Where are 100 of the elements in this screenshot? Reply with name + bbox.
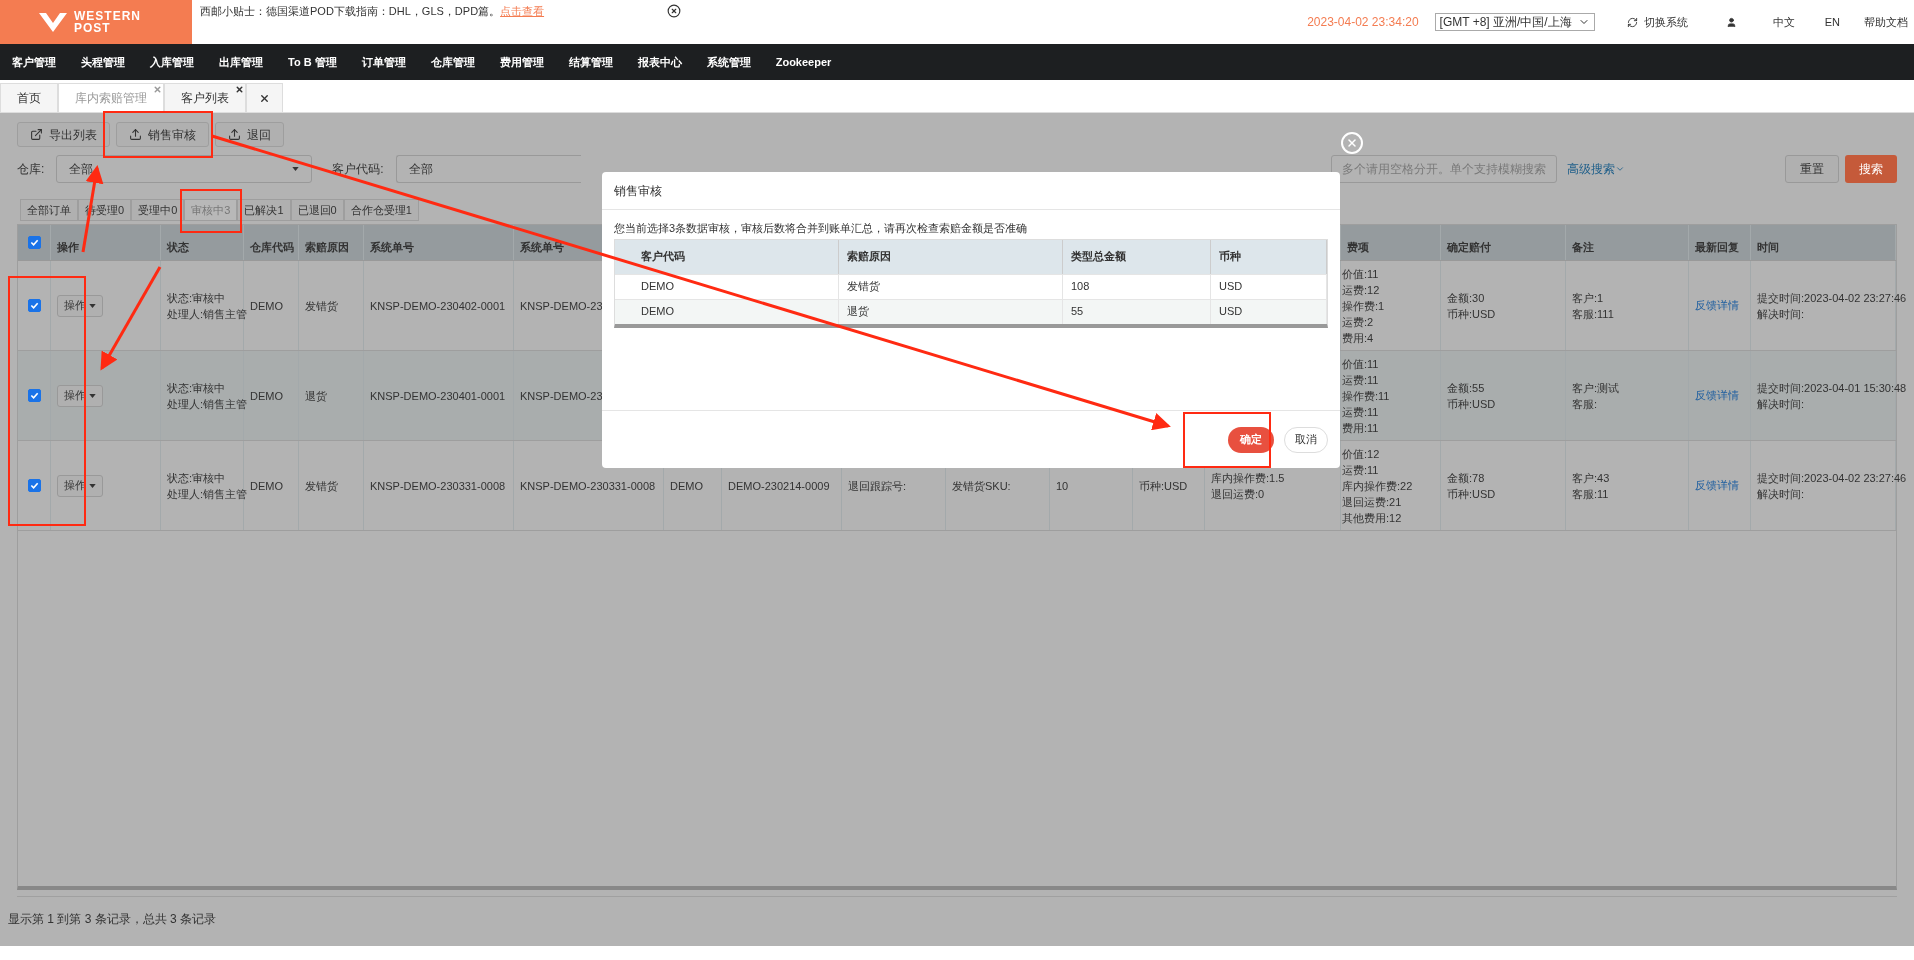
- timezone-select[interactable]: [GMT +8] 亚洲/中国/上海: [1434, 13, 1595, 31]
- search-button[interactable]: 搜索: [1845, 155, 1897, 183]
- column-header: 最新回复: [1695, 239, 1739, 255]
- advanced-search-link[interactable]: 高级搜索: [1567, 160, 1625, 178]
- remark-text: 客服:: [1572, 396, 1599, 412]
- nav-item[interactable]: 入库管理: [150, 53, 194, 71]
- fee-text: 其他费用:12: [1342, 510, 1403, 526]
- nav-item[interactable]: 系统管理: [706, 53, 751, 71]
- table-cell-text: 发错货: [847, 279, 880, 295]
- payout-text: 币种:USD: [1447, 486, 1496, 502]
- nav-item[interactable]: 出库管理: [219, 53, 263, 71]
- column-header: 时间: [1757, 239, 1779, 255]
- language-button[interactable]: 中文: [1772, 13, 1795, 31]
- nav-item[interactable]: 仓库管理: [430, 53, 475, 71]
- payout-text: 金额:78: [1447, 470, 1486, 486]
- checkbox[interactable]: [27, 299, 41, 312]
- table-cell-text: 发错货: [305, 478, 338, 494]
- time-text: 提交时间:2023-04-02 23:27:46: [1757, 290, 1907, 306]
- status-tab[interactable]: 已退回0: [290, 199, 344, 221]
- nav-item[interactable]: 费用管理: [499, 53, 544, 71]
- status-text: 处理人:销售主管: [167, 306, 248, 322]
- payout-text: 币种:USD: [1447, 306, 1496, 322]
- status-tab[interactable]: 合作仓受理1: [343, 199, 419, 221]
- time-text: 解决时间:: [1757, 306, 1806, 322]
- column-header: 确定赔付: [1447, 239, 1491, 255]
- time-text: 解决时间:: [1757, 396, 1806, 412]
- fee-text: 价值:11: [1342, 266, 1380, 282]
- table-cell-text: 退货: [847, 304, 869, 320]
- nav-item[interactable]: 头程管理: [81, 53, 125, 71]
- toolbar-button[interactable]: 销售审核: [116, 122, 209, 147]
- checkbox[interactable]: [27, 389, 41, 402]
- table-cell-text: KNSP-DEMO-230331-0008: [520, 478, 656, 494]
- column-header: 备注: [1572, 239, 1594, 255]
- action-dropdown[interactable]: 操作: [57, 384, 103, 407]
- page-tab[interactable]: 客户列表: [164, 83, 246, 112]
- page-tab[interactable]: 首页: [0, 83, 58, 112]
- nav-item[interactable]: 结算管理: [568, 53, 613, 71]
- table-cell-text: 退回跟踪号:: [848, 478, 907, 494]
- help-link[interactable]: 帮助文档: [1864, 13, 1908, 31]
- table-cell-text: 币种:USD: [1139, 478, 1188, 494]
- confirm-button[interactable]: 确定: [1228, 426, 1274, 453]
- checkbox[interactable]: [27, 479, 41, 492]
- table-cell-text: 发错货SKU:: [952, 478, 1011, 494]
- table-cell-text: DEMO: [250, 298, 283, 314]
- payout-text: 币种:USD: [1447, 396, 1496, 412]
- close-icon[interactable]: [235, 85, 244, 94]
- warehouse-select[interactable]: 全部: [56, 155, 313, 183]
- fee-text: 运费:11: [1342, 372, 1380, 388]
- caret-icon: [89, 483, 96, 488]
- cancel-button[interactable]: 取消: [1284, 426, 1328, 453]
- fee-text: 运费:11: [1342, 462, 1380, 478]
- fee-text: 运费:2: [1342, 314, 1375, 330]
- logo-text: WESTERN: [74, 10, 141, 22]
- toolbar-button[interactable]: 退回: [215, 122, 284, 147]
- switch-system-button[interactable]: 切换系统: [1626, 13, 1688, 31]
- time-text: 提交时间:2023-04-02 23:27:46: [1757, 470, 1907, 486]
- column-header: 仓库代码: [250, 239, 294, 255]
- status-tab[interactable]: 全部订单: [20, 199, 78, 221]
- language-button[interactable]: EN: [1824, 13, 1840, 31]
- remark-text: 客户:43: [1572, 470, 1610, 486]
- fee-text: 价值:12: [1342, 446, 1381, 462]
- column-header: 索赔原因: [305, 239, 349, 255]
- nav-item[interactable]: 订单管理: [361, 53, 406, 71]
- dialog-message: 您当前选择3条数据审核，审核后数将合并到账单汇总，请再次检查索赔金额是否准确: [614, 221, 1029, 236]
- tip-text: 西邮小贴士：德国渠道POD下载指南：DHL，GLS，DPD篇。: [200, 4, 501, 19]
- close-icon: [1346, 137, 1358, 149]
- fee-text: 费用:4: [1342, 330, 1375, 346]
- close-icon[interactable]: [667, 4, 682, 18]
- nav-item[interactable]: 客户管理: [12, 53, 56, 71]
- action-dropdown[interactable]: 操作: [57, 474, 103, 497]
- caret-icon: [89, 303, 96, 308]
- fee-text: 运费:12: [1342, 282, 1381, 298]
- reset-button[interactable]: 重置: [1785, 155, 1839, 183]
- remark-text: 客户:测试: [1572, 380, 1620, 396]
- payout-text: 金额:30: [1447, 290, 1486, 306]
- user-icon[interactable]: [1725, 16, 1737, 28]
- feedback-link[interactable]: 反馈详情: [1695, 297, 1739, 314]
- status-text: 状态:审核中: [167, 290, 227, 306]
- table-cell-text: DEMO: [670, 478, 703, 494]
- feedback-link[interactable]: 反馈详情: [1695, 477, 1739, 494]
- caret-icon: [292, 167, 300, 171]
- dialog-title: 销售审核: [614, 182, 662, 200]
- datetime-text: 2023-04-02 23:34:20: [1307, 14, 1419, 31]
- customer-select[interactable]: 全部: [395, 155, 581, 183]
- table-cell-text: 退货: [305, 388, 327, 404]
- action-dropdown[interactable]: 操作: [57, 294, 103, 317]
- nav-item[interactable]: 报表中心: [637, 53, 682, 71]
- toolbar-button[interactable]: 导出列表: [17, 122, 110, 147]
- payout-text: 金额:55: [1447, 380, 1486, 396]
- nav-item[interactable]: To B 管理: [288, 53, 337, 71]
- table-cell-text: 55: [1071, 304, 1084, 320]
- table-cell-text: 108: [1071, 279, 1090, 295]
- export-icon: [30, 128, 43, 141]
- status-tab[interactable]: 受理中0: [131, 199, 185, 221]
- status-tab[interactable]: 已解决1: [237, 199, 291, 221]
- table-cell-text: DEMO: [641, 304, 674, 320]
- table-cell-text: DEMO-230214-0009: [728, 478, 830, 494]
- logo-text: POST: [74, 22, 112, 34]
- checkbox[interactable]: [27, 236, 41, 249]
- nav-item[interactable]: Zookeeper: [775, 53, 832, 71]
